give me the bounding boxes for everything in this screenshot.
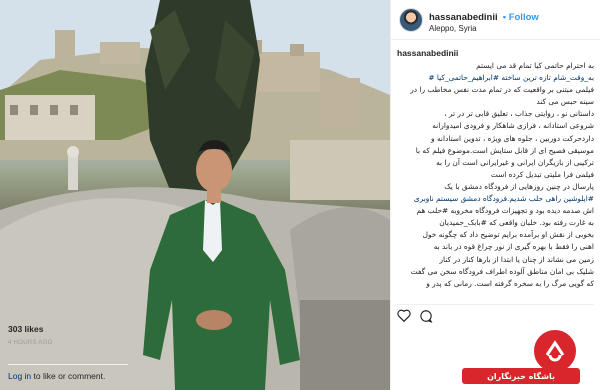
caption-line: فیلمی مبتنی بر واقعیت که در تمام مدت نفس… bbox=[410, 85, 594, 95]
login-suffix: to like or comment. bbox=[33, 371, 106, 381]
caption-line: که گویی مرگ را به سخره گرفته است. رمانی … bbox=[426, 278, 594, 288]
username-link[interactable]: hassanabedinii bbox=[429, 12, 498, 23]
caption-line: زمین می نشاند از چنان یا ابتدا از بارها … bbox=[439, 254, 594, 264]
likes-count[interactable]: 303 likes bbox=[8, 324, 43, 334]
caption-line: فیلمی فرا ملیتی تبدیل کرده است bbox=[490, 169, 594, 179]
caption-line: اهنی را فقط با بهره گیری از نور چراغ قوه… bbox=[433, 242, 594, 252]
location-link[interactable]: Aleppo, Syria bbox=[429, 24, 539, 33]
caption-line: پارسال در چنین روزهایی از فرودگاه دمشق ب… bbox=[444, 181, 594, 191]
watermark-text: باشگاه خبرنگاران bbox=[462, 368, 580, 384]
caption-line: داستانی نو ، روایتی جذاب ، تعلیق قابی تر… bbox=[444, 109, 594, 119]
login-link[interactable]: Log in bbox=[8, 371, 31, 381]
post-header: hassanabedinii • Follow Aleppo, Syria bbox=[391, 0, 600, 40]
caption-line: بخوبی از نقش او برآمده برایم توضیح داد ک… bbox=[422, 230, 594, 240]
caption-line: سینه حبس می کند bbox=[536, 97, 594, 107]
caption-line: شروعی استادانه ، فرازی شاهکار و فرودی ام… bbox=[432, 121, 594, 131]
caption-line: موسیقی فصیح ای از قابل ستایش است.موضوع ف… bbox=[415, 145, 594, 155]
caption-line: داردحرکت دوربین ، جلوه های ویژه ، تدوین … bbox=[431, 133, 594, 143]
caption-username[interactable]: hassanabedinii bbox=[397, 48, 594, 58]
action-bar bbox=[397, 304, 594, 323]
caption-line: به غارت رفته بود. خلبان واقعی که #بابک_ح… bbox=[439, 218, 594, 228]
heart-icon[interactable] bbox=[397, 309, 411, 322]
watermark: باشگاه خبرنگاران bbox=[462, 328, 598, 388]
caption-line-hashtags[interactable]: #ایلوشین راهی حلب شدیم.فرودگاه دمشق سیست… bbox=[397, 193, 594, 205]
caption-line: ترکیبی از بازیگران ایرانی و غیرایرانی اس… bbox=[436, 157, 594, 167]
login-prompt: Log in to like or comment. bbox=[8, 364, 128, 381]
post-photo bbox=[0, 0, 390, 390]
aleppo-citadel-photo bbox=[0, 0, 390, 390]
caption-line: اش صدمه دیده بود و تجهیزات فرودگاه مخروب… bbox=[416, 206, 594, 216]
caption-line: به احترام حاتمی کیا تمام قد می ایستم bbox=[476, 61, 594, 70]
header-info: hassanabedinii • Follow Aleppo, Syria bbox=[429, 6, 539, 34]
avatar[interactable] bbox=[399, 7, 423, 32]
caption-line-hashtags[interactable]: به_وقت_شام تازه ترین ساخته #ابراهیم_حاتم… bbox=[397, 72, 594, 84]
caption: hassanabedinii به احترام حاتمی کیا تمام … bbox=[397, 48, 594, 306]
post-timestamp: 4 HOURS AGO bbox=[8, 340, 53, 346]
follow-button[interactable]: • Follow bbox=[503, 12, 539, 23]
caption-line: شلیک بی امان مناطق آلوده اطراف فرودگاه س… bbox=[410, 266, 594, 276]
comment-icon[interactable] bbox=[419, 309, 433, 323]
